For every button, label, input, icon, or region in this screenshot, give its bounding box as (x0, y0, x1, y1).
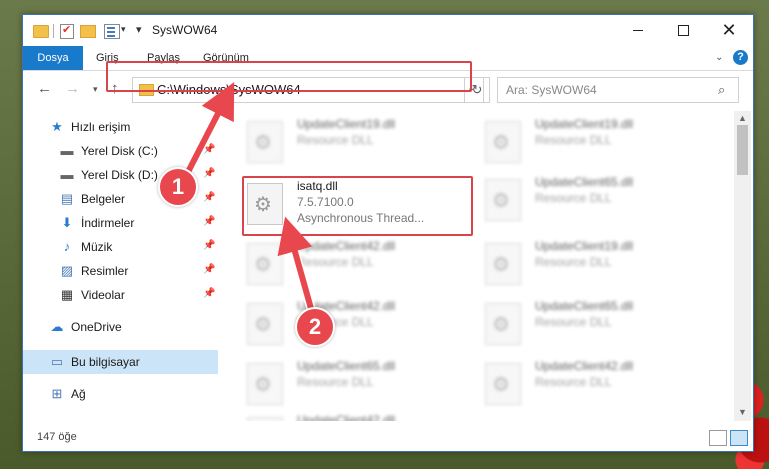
arrow-2 (277, 216, 315, 313)
callout-1-badge: 1 (158, 167, 198, 207)
arrow-1 (185, 81, 235, 174)
callout-arrows (183, 81, 317, 314)
callout-2-badge: 2 (295, 307, 335, 347)
